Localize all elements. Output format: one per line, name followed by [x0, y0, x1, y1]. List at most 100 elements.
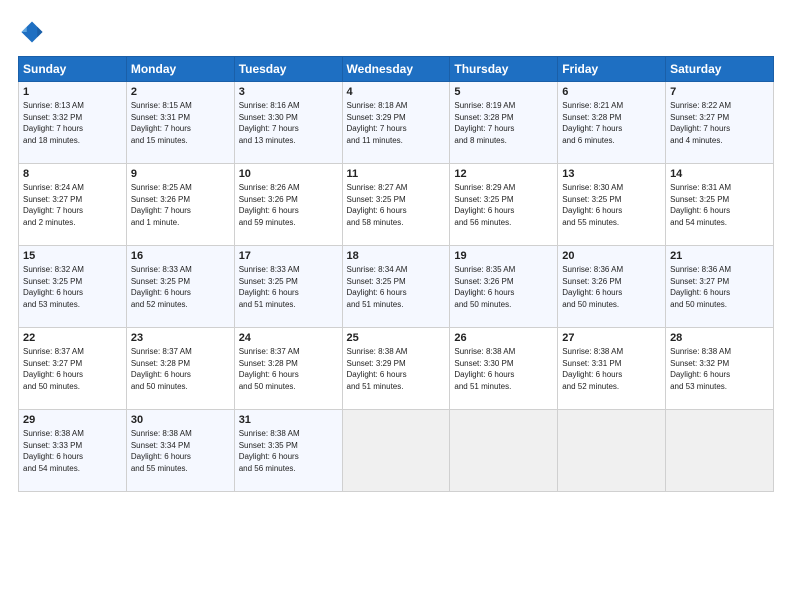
day-number: 28 [670, 332, 769, 344]
day-number: 18 [347, 250, 446, 262]
calendar-row-4: 29 Sunrise: 8:38 AM Sunset: 3:33 PM Dayli… [19, 410, 774, 492]
day-info: Sunrise: 8:38 AM Sunset: 3:30 PM Dayligh… [454, 346, 553, 392]
calendar-cell: 23 Sunrise: 8:37 AM Sunset: 3:28 PM Dayli… [126, 328, 234, 410]
day-info: Sunrise: 8:38 AM Sunset: 3:31 PM Dayligh… [562, 346, 661, 392]
day-number: 21 [670, 250, 769, 262]
logo [18, 18, 50, 46]
day-info: Sunrise: 8:33 AM Sunset: 3:25 PM Dayligh… [239, 264, 338, 310]
day-info: Sunrise: 8:32 AM Sunset: 3:25 PM Dayligh… [23, 264, 122, 310]
calendar-row-3: 22 Sunrise: 8:37 AM Sunset: 3:27 PM Dayli… [19, 328, 774, 410]
calendar-cell: 9 Sunrise: 8:25 AM Sunset: 3:26 PM Daylig… [126, 164, 234, 246]
day-info: Sunrise: 8:15 AM Sunset: 3:31 PM Dayligh… [131, 100, 230, 146]
day-info: Sunrise: 8:27 AM Sunset: 3:25 PM Dayligh… [347, 182, 446, 228]
calendar-cell: 2 Sunrise: 8:15 AM Sunset: 3:31 PM Daylig… [126, 82, 234, 164]
day-info: Sunrise: 8:19 AM Sunset: 3:28 PM Dayligh… [454, 100, 553, 146]
calendar-cell: 6 Sunrise: 8:21 AM Sunset: 3:28 PM Daylig… [558, 82, 666, 164]
calendar-cell: 17 Sunrise: 8:33 AM Sunset: 3:25 PM Dayli… [234, 246, 342, 328]
calendar-cell: 27 Sunrise: 8:38 AM Sunset: 3:31 PM Dayli… [558, 328, 666, 410]
day-info: Sunrise: 8:36 AM Sunset: 3:27 PM Dayligh… [670, 264, 769, 310]
calendar-cell: 4 Sunrise: 8:18 AM Sunset: 3:29 PM Daylig… [342, 82, 450, 164]
page: SundayMondayTuesdayWednesdayThursdayFrid… [0, 0, 792, 612]
day-info: Sunrise: 8:18 AM Sunset: 3:29 PM Dayligh… [347, 100, 446, 146]
day-info: Sunrise: 8:25 AM Sunset: 3:26 PM Dayligh… [131, 182, 230, 228]
calendar-cell: 21 Sunrise: 8:36 AM Sunset: 3:27 PM Dayli… [666, 246, 774, 328]
day-info: Sunrise: 8:33 AM Sunset: 3:25 PM Dayligh… [131, 264, 230, 310]
day-number: 15 [23, 250, 122, 262]
day-number: 12 [454, 168, 553, 180]
calendar-cell [558, 410, 666, 492]
calendar-cell [450, 410, 558, 492]
day-info: Sunrise: 8:38 AM Sunset: 3:29 PM Dayligh… [347, 346, 446, 392]
day-info: Sunrise: 8:22 AM Sunset: 3:27 PM Dayligh… [670, 100, 769, 146]
calendar-body: 1Sunrise: 8:13 AM Sunset: 3:32 PM Daylig… [19, 82, 774, 492]
day-number: 6 [562, 86, 661, 98]
calendar-cell: 12Sunrise: 8:29 AM Sunset: 3:25 PM Dayli… [450, 164, 558, 246]
day-number: 25 [347, 332, 446, 344]
calendar-cell: 13 Sunrise: 8:30 AM Sunset: 3:25 PM Dayli… [558, 164, 666, 246]
day-number: 8 [23, 168, 122, 180]
day-number: 5 [454, 86, 553, 98]
day-info: Sunrise: 8:34 AM Sunset: 3:25 PM Dayligh… [347, 264, 446, 310]
day-number: 10 [239, 168, 338, 180]
day-info: Sunrise: 8:37 AM Sunset: 3:28 PM Dayligh… [131, 346, 230, 392]
calendar-cell: 15 Sunrise: 8:32 AM Sunset: 3:25 PM Dayli… [19, 246, 127, 328]
calendar-cell: 8 Sunrise: 8:24 AM Sunset: 3:27 PM Daylig… [19, 164, 127, 246]
day-number: 2 [131, 86, 230, 98]
day-info: Sunrise: 8:37 AM Sunset: 3:28 PM Dayligh… [239, 346, 338, 392]
calendar-cell: 14 Sunrise: 8:31 AM Sunset: 3:25 PM Dayli… [666, 164, 774, 246]
day-number: 14 [670, 168, 769, 180]
calendar-cell: 28 Sunrise: 8:38 AM Sunset: 3:32 PM Dayli… [666, 328, 774, 410]
calendar-row-2: 15 Sunrise: 8:32 AM Sunset: 3:25 PM Dayli… [19, 246, 774, 328]
calendar-cell: 16Sunrise: 8:33 AM Sunset: 3:25 PM Dayli… [126, 246, 234, 328]
day-number: 24 [239, 332, 338, 344]
header [18, 18, 774, 46]
day-number: 9 [131, 168, 230, 180]
column-header-thursday: Thursday [450, 57, 558, 82]
calendar-cell: 24 Sunrise: 8:37 AM Sunset: 3:28 PM Dayli… [234, 328, 342, 410]
day-info: Sunrise: 8:13 AM Sunset: 3:32 PM Dayligh… [23, 100, 122, 146]
day-number: 30 [131, 414, 230, 426]
day-info: Sunrise: 8:31 AM Sunset: 3:25 PM Dayligh… [670, 182, 769, 228]
day-number: 13 [562, 168, 661, 180]
day-info: Sunrise: 8:37 AM Sunset: 3:27 PM Dayligh… [23, 346, 122, 392]
calendar-cell: 25 Sunrise: 8:38 AM Sunset: 3:29 PM Dayli… [342, 328, 450, 410]
day-number: 19 [454, 250, 553, 262]
calendar-cell: 1Sunrise: 8:13 AM Sunset: 3:32 PM Daylig… [19, 82, 127, 164]
calendar-cell: 22 Sunrise: 8:37 AM Sunset: 3:27 PM Dayli… [19, 328, 127, 410]
calendar-cell: 18 Sunrise: 8:34 AM Sunset: 3:25 PM Dayli… [342, 246, 450, 328]
calendar-cell: 30Sunrise: 8:38 AM Sunset: 3:34 PM Dayli… [126, 410, 234, 492]
day-number: 27 [562, 332, 661, 344]
day-info: Sunrise: 8:30 AM Sunset: 3:25 PM Dayligh… [562, 182, 661, 228]
day-number: 7 [670, 86, 769, 98]
day-number: 23 [131, 332, 230, 344]
day-number: 4 [347, 86, 446, 98]
day-number: 22 [23, 332, 122, 344]
day-number: 11 [347, 168, 446, 180]
day-number: 26 [454, 332, 553, 344]
calendar-cell: 5 Sunrise: 8:19 AM Sunset: 3:28 PM Daylig… [450, 82, 558, 164]
day-info: Sunrise: 8:16 AM Sunset: 3:30 PM Dayligh… [239, 100, 338, 146]
day-info: Sunrise: 8:38 AM Sunset: 3:33 PM Dayligh… [23, 428, 122, 474]
day-info: Sunrise: 8:26 AM Sunset: 3:26 PM Dayligh… [239, 182, 338, 228]
day-number: 17 [239, 250, 338, 262]
day-number: 20 [562, 250, 661, 262]
calendar-cell: 10 Sunrise: 8:26 AM Sunset: 3:26 PM Dayli… [234, 164, 342, 246]
day-info: Sunrise: 8:38 AM Sunset: 3:32 PM Dayligh… [670, 346, 769, 392]
day-number: 29 [23, 414, 122, 426]
calendar-cell: 26 Sunrise: 8:38 AM Sunset: 3:30 PM Dayli… [450, 328, 558, 410]
day-info: Sunrise: 8:35 AM Sunset: 3:26 PM Dayligh… [454, 264, 553, 310]
calendar-cell: 29 Sunrise: 8:38 AM Sunset: 3:33 PM Dayli… [19, 410, 127, 492]
column-header-saturday: Saturday [666, 57, 774, 82]
column-header-sunday: Sunday [19, 57, 127, 82]
column-header-friday: Friday [558, 57, 666, 82]
day-info: Sunrise: 8:24 AM Sunset: 3:27 PM Dayligh… [23, 182, 122, 228]
calendar-row-0: 1Sunrise: 8:13 AM Sunset: 3:32 PM Daylig… [19, 82, 774, 164]
calendar-cell: 3 Sunrise: 8:16 AM Sunset: 3:30 PM Daylig… [234, 82, 342, 164]
day-number: 3 [239, 86, 338, 98]
day-info: Sunrise: 8:21 AM Sunset: 3:28 PM Dayligh… [562, 100, 661, 146]
calendar-table: SundayMondayTuesdayWednesdayThursdayFrid… [18, 56, 774, 492]
calendar-row-1: 8 Sunrise: 8:24 AM Sunset: 3:27 PM Daylig… [19, 164, 774, 246]
calendar-cell [342, 410, 450, 492]
calendar-cell: 19 Sunrise: 8:35 AM Sunset: 3:26 PM Dayli… [450, 246, 558, 328]
logo-icon [18, 18, 46, 46]
